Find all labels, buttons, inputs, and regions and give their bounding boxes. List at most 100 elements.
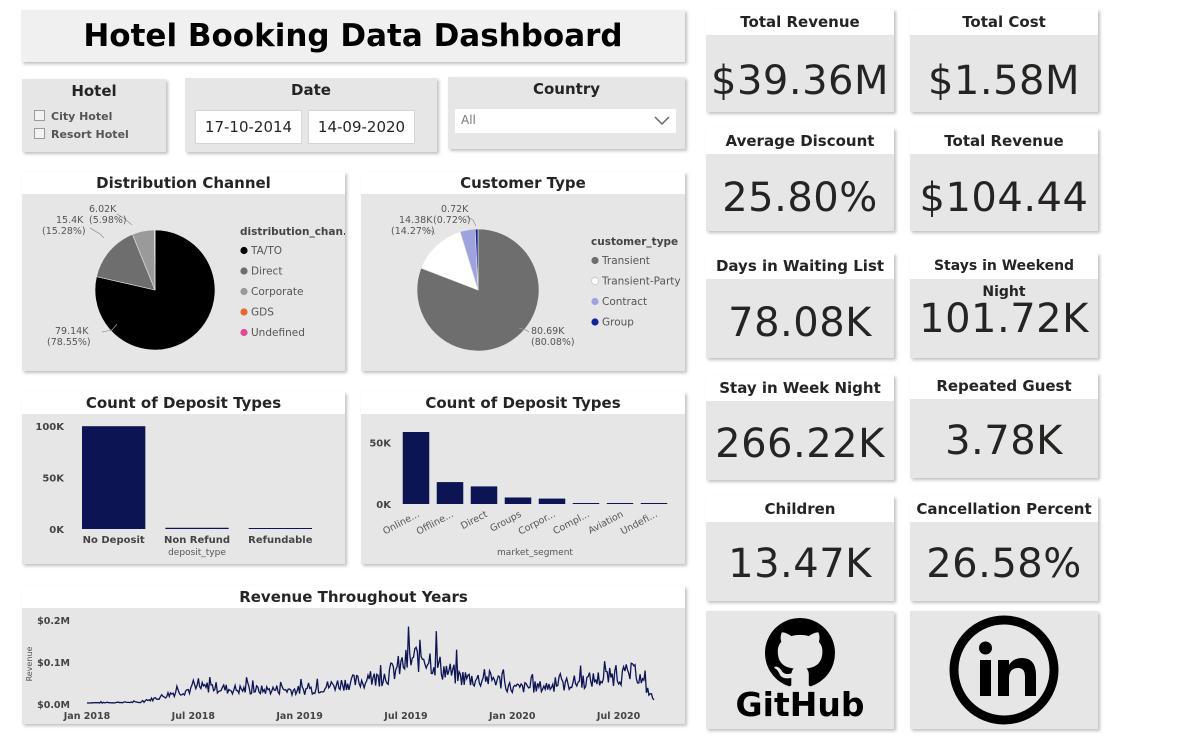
kpi-card-repeated-guest: Repeated Guest 3.78K xyxy=(910,373,1098,478)
kpi-title: Total Revenue xyxy=(910,128,1098,154)
kpi-card-average-discount: Average Discount 25.80% xyxy=(706,128,894,231)
kpi-title: Stays in Weekend Night xyxy=(910,253,1098,300)
bar[interactable] xyxy=(640,503,668,504)
kpi-card-total-revenue: Total Revenue $39.36M xyxy=(706,9,894,112)
kpi-value: $39.36M xyxy=(711,58,889,104)
legend-item: Transient-Party xyxy=(601,276,681,288)
bar[interactable] xyxy=(504,497,532,504)
hotel-option-city[interactable]: City Hotel xyxy=(34,110,112,123)
bar[interactable] xyxy=(248,528,312,529)
distribution-channel-chart: Distribution Channel 79.14K (78.55%) 15.4K… xyxy=(22,172,345,371)
kpi-title: Stay in Week Night xyxy=(706,375,894,401)
kpi-value: 13.47K xyxy=(728,541,872,587)
legend-marker xyxy=(590,276,600,286)
x-tick-label: Direct xyxy=(459,509,490,532)
end-date-input[interactable]: 14-09-2020 xyxy=(308,110,415,144)
x-tick-label: Corpor... xyxy=(517,509,558,538)
pie-data-pct: (5.98%) xyxy=(89,215,127,226)
kpi-card-weekend-night: Stays in Weekend Night 101.72K xyxy=(910,253,1098,358)
kpi-card-revenue-per-booking: Total Revenue $104.44 xyxy=(910,128,1098,231)
pie-data-label: 0.72K xyxy=(441,204,469,215)
y-tick-label: 50K xyxy=(42,474,65,485)
chevron-down-icon[interactable] xyxy=(654,116,670,126)
linkedin-icon xyxy=(949,615,1059,725)
legend-item: TA/TO xyxy=(250,245,282,257)
kpi-title: Average Discount xyxy=(706,128,894,154)
bar[interactable] xyxy=(402,432,430,504)
kpi-value: 266.22K xyxy=(715,421,885,467)
revenue-line-chart: Revenue Throughout Years Revenue $0.0M $0.… xyxy=(22,586,685,724)
kpi-value: $1.58M xyxy=(927,58,1081,104)
x-tick-label: Jul 2018 xyxy=(171,711,216,722)
legend-marker xyxy=(240,328,248,337)
chart-title: Customer Type xyxy=(361,172,685,194)
github-link[interactable]: GitHub xyxy=(706,611,894,729)
x-tick-label: No Deposit xyxy=(83,535,145,546)
y-tick-label: 0K xyxy=(49,525,65,536)
bar[interactable] xyxy=(572,503,600,504)
kpi-title: Repeated Guest xyxy=(910,373,1098,399)
kpi-card-waiting-list: Days in Waiting List 78.08K xyxy=(706,253,894,358)
kpi-card-children: Children 13.47K xyxy=(706,496,894,601)
bar[interactable] xyxy=(82,426,146,529)
x-tick-label: Offline... xyxy=(415,509,456,538)
date-slicer-title: Date xyxy=(291,81,331,99)
customer-type-chart: Customer Type 80.69K (80.08%) 14.38K (14.27… xyxy=(361,172,685,371)
pie-data-pct: (78.55%) xyxy=(47,337,91,348)
bar-chart-deposit: 0K 50K 100K No Deposit Non Refund Refundable d… xyxy=(35,422,312,558)
pie-data-label: 14.38K xyxy=(399,215,433,226)
y-tick-label: 0K xyxy=(376,500,392,511)
bar[interactable] xyxy=(165,527,229,529)
legend-marker xyxy=(240,267,248,275)
bar[interactable] xyxy=(606,503,634,504)
legend-item: Undefined xyxy=(251,327,305,339)
x-tick-label: Compl... xyxy=(551,509,591,537)
chart-title: Distribution Channel xyxy=(22,172,345,194)
line-chart-revenue: Revenue $0.0M $0.1M $0.2M Jan 2018 Jul 2018 Ja… xyxy=(25,616,655,722)
checkbox-icon[interactable] xyxy=(34,110,45,121)
bar[interactable] xyxy=(436,482,464,504)
start-date-input[interactable]: 17-10-2014 xyxy=(195,110,302,144)
kpi-value: 25.80% xyxy=(722,175,878,221)
hotel-option-resort[interactable]: Resort Hotel xyxy=(34,128,129,141)
kpi-title: Cancellation Percent xyxy=(910,496,1098,522)
bar[interactable] xyxy=(538,498,566,504)
legend-marker xyxy=(240,308,248,316)
legend-marker xyxy=(240,287,248,296)
linkedin-link[interactable] xyxy=(910,611,1098,729)
legend-marker xyxy=(591,256,599,265)
pie-leader-line xyxy=(89,227,105,239)
pie-data-pct: (14.27%) xyxy=(391,226,435,237)
y-tick-label: $0.0M xyxy=(37,700,70,711)
kpi-value: 26.58% xyxy=(926,541,1082,587)
pie-chart-distribution: 79.14K(78.55%) 15.4K(15.28%)6.02K(5.98%) d… xyxy=(42,204,345,351)
revenue-line xyxy=(86,626,655,704)
y-tick-label: 100K xyxy=(35,422,65,433)
pie-data-pct: (0.72%) xyxy=(433,215,471,226)
pie-chart-customer-type: 80.69K(80.08%) 14.38K(14.27%) 0.72K(0.72%)… xyxy=(391,204,681,352)
x-tick-label: Jul 2020 xyxy=(596,711,641,722)
kpi-title: Total Revenue xyxy=(706,9,894,35)
pie-data-pct: (15.28%) xyxy=(42,226,86,237)
country-dropdown-value: All xyxy=(461,113,476,127)
chart-title: Count of Deposit Types xyxy=(361,392,685,414)
kpi-value: 101.72K xyxy=(919,296,1089,342)
pie-data-label: 79.14K xyxy=(55,326,89,337)
checkbox-icon[interactable] xyxy=(34,128,45,139)
country-dropdown[interactable]: All xyxy=(455,109,676,133)
legend-marker xyxy=(591,297,599,306)
market-segment-chart: Count of Deposit Types 0K 50K Online... Off… xyxy=(361,392,685,564)
hotel-slicer-title: Hotel xyxy=(71,82,117,100)
kpi-value: 3.78K xyxy=(945,418,1063,464)
bar[interactable] xyxy=(470,486,498,504)
x-tick-label: Jan 2018 xyxy=(63,711,111,722)
legend-item: Group xyxy=(602,317,634,329)
kpi-title: Days in Waiting List xyxy=(706,253,894,279)
page-title: Hotel Booking Data Dashboard xyxy=(83,18,623,54)
legend-title: customer_type xyxy=(591,236,678,248)
legend-item: Corporate xyxy=(251,286,304,298)
x-tick-label: Aviation xyxy=(586,509,625,537)
kpi-title: Total Cost xyxy=(910,9,1098,35)
kpi-title: Children xyxy=(706,496,894,522)
y-tick-label: 50K xyxy=(369,438,392,449)
